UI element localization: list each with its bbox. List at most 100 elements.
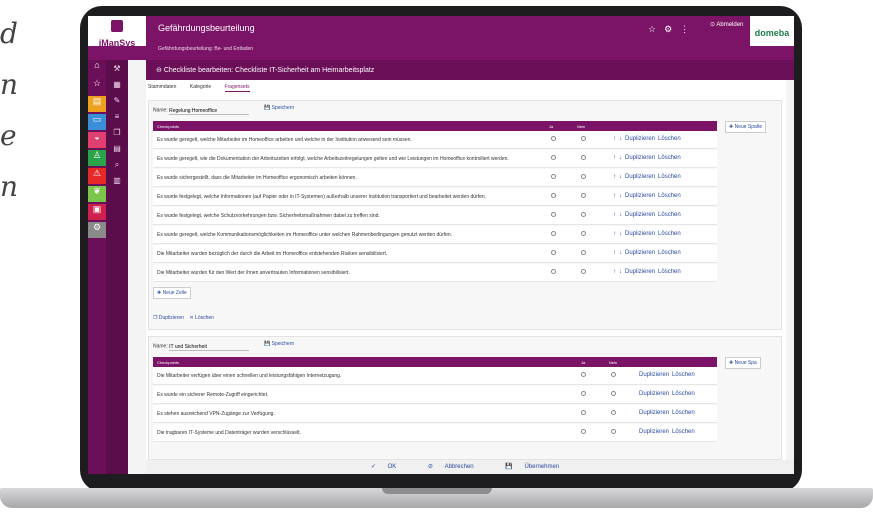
tab-fragensets[interactable]: Fragensets: [224, 84, 250, 92]
row-controls[interactable]: ↑ ↓ Duplizieren Löschen: [613, 212, 684, 218]
move-up-icon[interactable]: ↑: [613, 136, 616, 142]
nav-table-icon[interactable]: ▦: [106, 80, 128, 92]
ja-radio[interactable]: [551, 174, 556, 179]
duplicate-link[interactable]: Duplizieren: [639, 391, 669, 397]
row-controls[interactable]: Duplizieren Löschen: [639, 410, 698, 416]
nav-copy-icon[interactable]: ❐: [106, 128, 128, 140]
tab-stammdaten[interactable]: Stammdaten: [148, 84, 176, 90]
nein-radio[interactable]: [611, 391, 616, 396]
duplicate-link[interactable]: Duplizieren: [639, 372, 669, 378]
delete-link[interactable]: Löschen: [658, 269, 681, 275]
duplicate-link[interactable]: Duplizieren: [625, 193, 655, 199]
duplicate-link[interactable]: Duplizieren: [625, 212, 655, 218]
ok-button[interactable]: ✓ OK: [371, 464, 406, 470]
nein-radio[interactable]: [611, 429, 616, 434]
row-controls[interactable]: ↑ ↓ Duplizieren Löschen: [613, 155, 684, 161]
move-down-icon[interactable]: ↓: [619, 155, 622, 161]
monitor-icon[interactable]: ▭: [88, 114, 106, 130]
nein-radio[interactable]: [611, 372, 616, 377]
header-icons[interactable]: ☆⚙⋮: [648, 24, 697, 35]
save-button[interactable]: 💾 Speichern: [264, 105, 294, 111]
delete-link[interactable]: Löschen: [672, 391, 695, 397]
nav-save-icon[interactable]: ▤: [106, 144, 128, 156]
row-controls[interactable]: ↑ ↓ Duplizieren Löschen: [613, 231, 684, 237]
move-down-icon[interactable]: ↓: [619, 174, 622, 180]
move-up-icon[interactable]: ↑: [613, 155, 616, 161]
delete-link[interactable]: Löschen: [658, 231, 681, 237]
save-button[interactable]: 💾 Speichern: [264, 341, 294, 347]
new-column-button[interactable]: ✚ Neue Spa: [725, 357, 761, 369]
nav-pen-icon[interactable]: ✎: [106, 96, 128, 108]
row-controls[interactable]: ↑ ↓ Duplizieren Löschen: [613, 136, 684, 142]
nein-radio[interactable]: [581, 174, 586, 179]
nein-radio[interactable]: [581, 212, 586, 217]
row-controls[interactable]: Duplizieren Löschen: [639, 372, 698, 378]
duplicate-link[interactable]: Duplizieren: [625, 136, 655, 142]
move-down-icon[interactable]: ↓: [619, 212, 622, 218]
row-controls[interactable]: ↑ ↓ Duplizieren Löschen: [613, 250, 684, 256]
nav-chart-icon[interactable]: ▥: [106, 176, 128, 188]
nein-radio[interactable]: [581, 231, 586, 236]
move-down-icon[interactable]: ↓: [619, 231, 622, 237]
nein-radio[interactable]: [581, 250, 586, 255]
document-icon[interactable]: ▤: [88, 96, 106, 112]
set-name-input[interactable]: [169, 343, 250, 351]
warning-icon[interactable]: ⚠: [88, 168, 106, 184]
move-up-icon[interactable]: ↑: [613, 269, 616, 275]
duplicate-link[interactable]: Duplizieren: [625, 155, 655, 161]
nav-tool-icon[interactable]: ⚒: [106, 64, 128, 76]
row-controls[interactable]: Duplizieren Löschen: [639, 429, 698, 435]
new-column-button[interactable]: ✚ Neue Spalte: [725, 121, 767, 133]
nav-search-icon[interactable]: ⌕: [106, 160, 128, 172]
move-down-icon[interactable]: ↓: [619, 250, 622, 256]
delete-link[interactable]: Löschen: [658, 250, 681, 256]
duplicate-link[interactable]: Duplizieren: [625, 174, 655, 180]
ja-radio[interactable]: [581, 429, 586, 434]
move-down-icon[interactable]: ↓: [619, 136, 622, 142]
ja-radio[interactable]: [551, 193, 556, 198]
ja-radio[interactable]: [551, 136, 556, 141]
apply-button[interactable]: 💾 Übernehmen: [505, 464, 569, 470]
duplicate-link[interactable]: Duplizieren: [639, 429, 669, 435]
leaf-icon[interactable]: ❦: [88, 186, 106, 202]
ja-radio[interactable]: [581, 372, 586, 377]
nein-radio[interactable]: [611, 410, 616, 415]
back-icon[interactable]: ⊖: [156, 67, 162, 74]
row-controls[interactable]: ↑ ↓ Duplizieren Löschen: [613, 193, 684, 199]
new-row-button[interactable]: ✚ Neue Zeile: [153, 287, 191, 299]
nein-radio[interactable]: [581, 136, 586, 141]
ja-radio[interactable]: [551, 269, 556, 274]
hat-icon[interactable]: ◒: [88, 132, 106, 148]
delete-set-button[interactable]: ✕ Löschen: [189, 315, 214, 321]
move-up-icon[interactable]: ↑: [613, 250, 616, 256]
cancel-button[interactable]: ⊘ Abbrechen: [428, 464, 484, 470]
star-icon[interactable]: ☆: [88, 78, 106, 94]
move-down-icon[interactable]: ↓: [619, 193, 622, 199]
exit-icon[interactable]: ▣: [88, 204, 106, 220]
duplicate-link[interactable]: Duplizieren: [625, 231, 655, 237]
move-down-icon[interactable]: ↓: [619, 269, 622, 275]
delete-link[interactable]: Löschen: [658, 136, 681, 142]
row-controls[interactable]: ↑ ↓ Duplizieren Löschen: [613, 174, 684, 180]
duplicate-set-button[interactable]: ❐ Duplizieren: [153, 315, 184, 321]
tab-kategorie[interactable]: Kategorie: [190, 84, 211, 90]
delete-link[interactable]: Löschen: [672, 372, 695, 378]
ja-radio[interactable]: [551, 155, 556, 160]
home-icon[interactable]: ⌂: [88, 60, 106, 76]
ja-radio[interactable]: [551, 212, 556, 217]
move-up-icon[interactable]: ↑: [613, 212, 616, 218]
row-controls[interactable]: ↑ ↓ Duplizieren Löschen: [613, 269, 684, 275]
delete-link[interactable]: Löschen: [658, 155, 681, 161]
ja-radio[interactable]: [551, 250, 556, 255]
delete-link[interactable]: Löschen: [658, 212, 681, 218]
delete-link[interactable]: Löschen: [672, 429, 695, 435]
ja-radio[interactable]: [581, 391, 586, 396]
move-up-icon[interactable]: ↑: [613, 174, 616, 180]
nein-radio[interactable]: [581, 193, 586, 198]
nein-radio[interactable]: [581, 155, 586, 160]
nein-radio[interactable]: [581, 269, 586, 274]
move-up-icon[interactable]: ↑: [613, 193, 616, 199]
delete-link[interactable]: Löschen: [672, 410, 695, 416]
nav-list-icon[interactable]: ≡: [106, 112, 128, 124]
settings-icon[interactable]: ⚙: [88, 222, 106, 238]
